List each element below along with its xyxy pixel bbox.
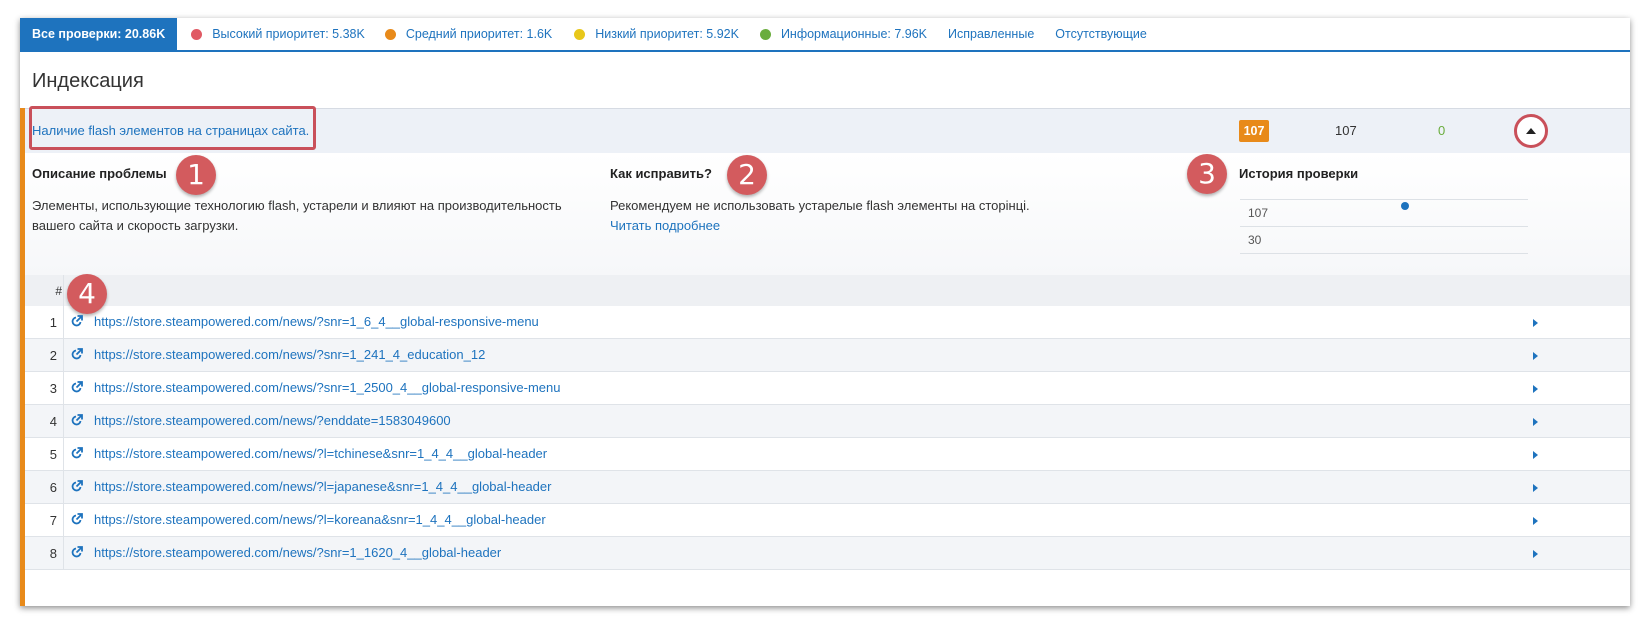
issue-block: Наличие flash элементов на страницах сай… (20, 106, 1630, 606)
filter-medium-priority-label: Средний приоритет: 1.6K (405, 27, 553, 41)
issue-count-badge: 107 (1239, 120, 1269, 142)
history-chart: 107 30 (1240, 199, 1528, 255)
row-url-link[interactable]: https://store.steampowered.com/news/?snr… (94, 314, 539, 329)
row-url-link[interactable]: https://store.steampowered.com/news/?l=k… (94, 512, 546, 527)
issue-title-link[interactable]: Наличие flash элементов на страницах сай… (32, 109, 309, 153)
table-row[interactable]: 8 https://store.steampowered.com/news/?s… (25, 537, 1630, 570)
callout-marker-3: 3 (1187, 154, 1227, 194)
column-divider (63, 471, 64, 503)
fix-text: Рекомендуем не использовать устарелые fl… (610, 198, 1030, 213)
expand-row-arrow-icon[interactable] (1533, 418, 1538, 426)
external-link-icon[interactable] (70, 414, 83, 427)
informational-dot-icon (759, 28, 771, 40)
expand-row-arrow-icon[interactable] (1533, 484, 1538, 492)
table-row[interactable]: 4 https://store.steampowered.com/news/?e… (25, 405, 1630, 438)
column-divider (63, 438, 64, 470)
filter-informational-label: Информационные: 7.96K (780, 27, 928, 41)
external-link-icon[interactable] (70, 315, 83, 328)
history-row-top: 107 (1240, 199, 1528, 226)
column-divider (63, 275, 64, 306)
callout-marker-1: 1 (176, 155, 216, 195)
collapse-button[interactable] (1514, 114, 1548, 148)
table-row[interactable]: 5 https://store.steampowered.com/news/?l… (25, 438, 1630, 471)
filter-all-checks[interactable]: Все проверки: 20.86K (20, 18, 178, 50)
filter-informational[interactable]: Информационные: 7.96K (759, 27, 928, 41)
issue-total-count: 107 (1335, 123, 1357, 138)
column-divider (63, 339, 64, 371)
filter-fixed[interactable]: Исправленные (948, 27, 1034, 41)
row-url-link[interactable]: https://store.steampowered.com/news/?snr… (94, 545, 501, 560)
fix-section: Рекомендуем не использовать устарелые fl… (610, 196, 1090, 236)
history-row-bottom: 30 (1240, 226, 1528, 253)
low-priority-dot-icon (574, 28, 586, 40)
history-point[interactable] (1401, 202, 1409, 210)
row-number: 3 (49, 381, 57, 396)
filter-missing[interactable]: Отсутствующие (1055, 27, 1147, 41)
external-link-icon[interactable] (70, 348, 83, 361)
row-number: 1 (49, 315, 57, 330)
external-link-icon[interactable] (70, 480, 83, 493)
callout-marker-2: 2 (727, 155, 767, 195)
history-tick-top: 107 (1248, 206, 1269, 220)
chevron-up-icon (1526, 128, 1536, 134)
history-tick-bottom: 30 (1248, 233, 1262, 247)
table-row[interactable]: 1 https://store.steampowered.com/news/?s… (25, 306, 1630, 339)
table-row[interactable]: 6 https://store.steampowered.com/news/?l… (25, 471, 1630, 504)
external-link-icon[interactable] (70, 546, 83, 559)
filter-low-priority-label: Низкий приоритет: 5.92K (595, 27, 739, 41)
column-divider (63, 504, 64, 536)
expand-row-arrow-icon[interactable] (1533, 451, 1538, 459)
fix-heading: Как исправить? (610, 166, 712, 181)
table-row[interactable]: 3 https://store.steampowered.com/news/?s… (25, 372, 1630, 405)
description-text: Элементы, использующие технологию flash,… (32, 198, 562, 233)
column-divider (63, 306, 64, 338)
filter-high-priority-label: Высокий приоритет: 5.38K (212, 27, 365, 41)
high-priority-dot-icon (191, 28, 203, 40)
column-header-number: # (55, 284, 62, 298)
medium-priority-dot-icon (384, 28, 396, 40)
expand-row-arrow-icon[interactable] (1533, 517, 1538, 525)
external-link-icon[interactable] (70, 447, 83, 460)
external-link-icon[interactable] (70, 381, 83, 394)
filter-high-priority[interactable]: Высокий приоритет: 5.38K (191, 27, 365, 41)
history-baseline (1240, 253, 1528, 255)
row-url-link[interactable]: https://store.steampowered.com/news/?l=t… (94, 446, 547, 461)
column-divider (63, 405, 64, 437)
read-more-link[interactable]: Читать подробнее (610, 216, 1090, 236)
row-number: 2 (49, 348, 57, 363)
expand-row-arrow-icon[interactable] (1533, 385, 1538, 393)
affected-urls-table: # 4 1 https://store.steampowered.com/new… (25, 274, 1630, 570)
expand-row-arrow-icon[interactable] (1533, 352, 1538, 360)
row-url-link[interactable]: https://store.steampowered.com/news/?snr… (94, 347, 485, 362)
audit-panel: Все проверки: 20.86K Высокий приоритет: … (20, 18, 1630, 606)
issue-details: Описание проблемы Элементы, использующие… (25, 153, 1630, 275)
table-header: # 4 (25, 274, 1630, 314)
column-divider (63, 372, 64, 404)
issue-header[interactable]: Наличие flash элементов на страницах сай… (25, 106, 1630, 154)
row-url-link[interactable]: https://store.steampowered.com/news/?l=j… (94, 479, 551, 494)
filter-medium-priority[interactable]: Средний приоритет: 1.6K (384, 27, 553, 41)
row-number: 4 (49, 414, 57, 429)
issue-fixed-count: 0 (1438, 123, 1446, 138)
history-heading: История проверки (1239, 166, 1359, 181)
filter-low-priority[interactable]: Низкий приоритет: 5.92K (574, 27, 739, 41)
section-title: Индексация (32, 70, 144, 92)
filter-bar: Все проверки: 20.86K Высокий приоритет: … (20, 18, 1630, 52)
expand-row-arrow-icon[interactable] (1533, 550, 1538, 558)
row-number: 5 (49, 447, 57, 462)
expand-row-arrow-icon[interactable] (1533, 319, 1538, 327)
row-number: 6 (49, 480, 57, 495)
row-number: 8 (49, 546, 57, 561)
description-heading: Описание проблемы (32, 166, 167, 181)
external-link-icon[interactable] (70, 513, 83, 526)
table-row[interactable]: 2 https://store.steampowered.com/news/?s… (25, 339, 1630, 372)
row-number: 7 (49, 513, 57, 528)
row-url-link[interactable]: https://store.steampowered.com/news/?end… (94, 413, 451, 428)
row-url-link[interactable]: https://store.steampowered.com/news/?snr… (94, 380, 560, 395)
table-row[interactable]: 7 https://store.steampowered.com/news/?l… (25, 504, 1630, 537)
column-divider (63, 537, 64, 569)
